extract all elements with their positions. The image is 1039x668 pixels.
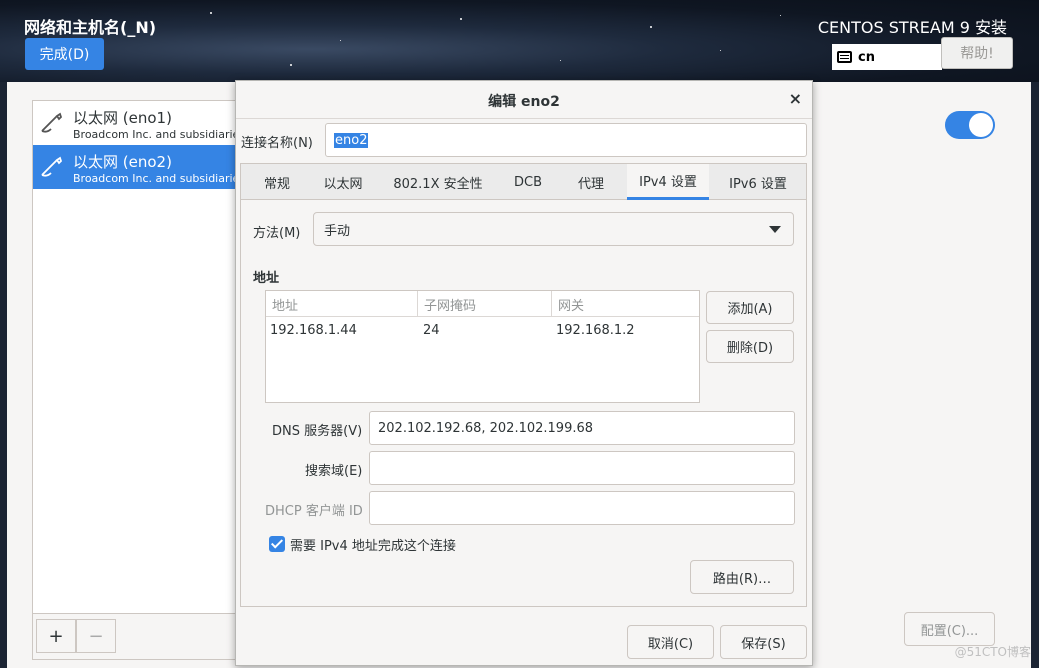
dns-label: DNS 服务器(V) — [272, 424, 363, 439]
device-list-toolbar: + − — [33, 613, 253, 659]
chevron-down-icon — [769, 226, 781, 233]
dhcp-client-id-label: DHCP 客户端 ID — [265, 504, 363, 519]
tab-8021x-security[interactable]: 802.1X 安全性 — [383, 164, 493, 200]
gateway-cell: 192.168.1.2 — [556, 323, 635, 338]
toggle-knob — [969, 113, 993, 137]
close-icon[interactable]: × — [789, 89, 802, 108]
keyboard-layout-indicator[interactable]: cn — [832, 44, 942, 70]
help-button[interactable]: 帮助! — [941, 37, 1013, 69]
dns-input[interactable]: 202.102.192.68, 202.102.199.68 — [369, 411, 795, 445]
address-section-title: 地址 — [253, 271, 280, 286]
page-title: 网络和主机名(_N) — [24, 18, 157, 37]
dhcp-client-id-input[interactable] — [369, 491, 795, 525]
keyboard-layout-label: cn — [858, 49, 875, 65]
header-bar: 网络和主机名(_N) 完成(D) CENTOS STREAM 9 安装 cn 帮… — [0, 0, 1039, 82]
device-item-eno2[interactable]: 以太网 (eno2) Broadcom Inc. and subsidiarie… — [33, 145, 253, 189]
connection-name-input[interactable]: eno2 — [325, 123, 807, 157]
method-dropdown[interactable]: 手动 — [313, 212, 794, 246]
dns-value: 202.102.192.68, 202.102.199.68 — [378, 420, 594, 436]
dialog-titlebar: 编辑 eno2 × — [236, 81, 812, 119]
watermark: @51CTO博客 — [954, 645, 1031, 659]
address-cell: 192.168.1.44 — [270, 323, 357, 338]
routes-button[interactable]: 路由(R)… — [690, 560, 794, 594]
remove-device-button[interactable]: − — [76, 619, 116, 653]
product-title: CENTOS STREAM 9 安装 — [817, 18, 1007, 37]
netmask-cell: 24 — [423, 323, 440, 338]
configure-button[interactable]: 配置(C)... — [904, 612, 995, 646]
device-name: 以太网 (eno2) — [73, 153, 172, 171]
device-vendor: Broadcom Inc. and subsidiaries NetXtreme… — [73, 128, 253, 141]
cancel-button[interactable]: 取消(C) — [627, 625, 714, 659]
connection-name-label: 连接名称(N) — [241, 136, 313, 151]
search-domain-input[interactable] — [369, 451, 795, 485]
ethernet-icon — [41, 112, 63, 133]
save-button[interactable]: 保存(S) — [720, 625, 807, 659]
delete-address-button[interactable]: 删除(D) — [706, 330, 794, 363]
require-ipv4-label: 需要 IPv4 地址完成这个连接 — [290, 539, 456, 554]
address-table: 地址 子网掩码 网关 192.168.1.44 24 192.168.1.2 — [265, 290, 700, 403]
tab-ethernet[interactable]: 以太网 — [313, 164, 373, 200]
edit-connection-dialog: 编辑 eno2 × 连接名称(N) eno2 常规 以太网 802.1X 安全性… — [235, 80, 813, 666]
method-label: 方法(M) — [253, 226, 301, 241]
method-value: 手动 — [324, 223, 351, 239]
keyboard-icon — [837, 51, 852, 63]
search-domain-label: 搜索域(E) — [305, 464, 363, 479]
done-button[interactable]: 完成(D) — [25, 38, 104, 70]
device-toggle-switch[interactable] — [945, 111, 995, 139]
tab-ipv6-settings[interactable]: IPv6 设置 — [717, 164, 799, 200]
column-header-netmask[interactable]: 子网掩码 — [418, 291, 552, 317]
tab-ipv4-settings[interactable]: IPv4 设置 — [627, 164, 709, 200]
tab-proxy[interactable]: 代理 — [563, 164, 619, 200]
device-name: 以太网 (eno1) — [73, 109, 172, 127]
require-ipv4-checkbox[interactable] — [269, 536, 285, 552]
dialog-title: 编辑 eno2 — [488, 94, 560, 110]
add-address-button[interactable]: 添加(A) — [706, 291, 794, 324]
tab-bar: 常规 以太网 802.1X 安全性 DCB 代理 IPv4 设置 IPv6 设置 — [241, 164, 806, 200]
connection-name-value: eno2 — [334, 132, 369, 148]
settings-notebook: 常规 以太网 802.1X 安全性 DCB 代理 IPv4 设置 IPv6 设置… — [240, 163, 807, 607]
column-header-address[interactable]: 地址 — [266, 291, 418, 317]
device-item-eno1[interactable]: 以太网 (eno1) Broadcom Inc. and subsidiarie… — [33, 101, 253, 145]
device-vendor: Broadcom Inc. and subsidiaries NetXtreme… — [73, 172, 253, 185]
tab-general[interactable]: 常规 — [251, 164, 303, 200]
tab-dcb[interactable]: DCB — [503, 164, 553, 200]
add-device-button[interactable]: + — [36, 619, 76, 653]
device-list: 以太网 (eno1) Broadcom Inc. and subsidiarie… — [32, 100, 254, 660]
column-header-gateway[interactable]: 网关 — [552, 291, 699, 317]
ethernet-icon — [41, 156, 63, 177]
